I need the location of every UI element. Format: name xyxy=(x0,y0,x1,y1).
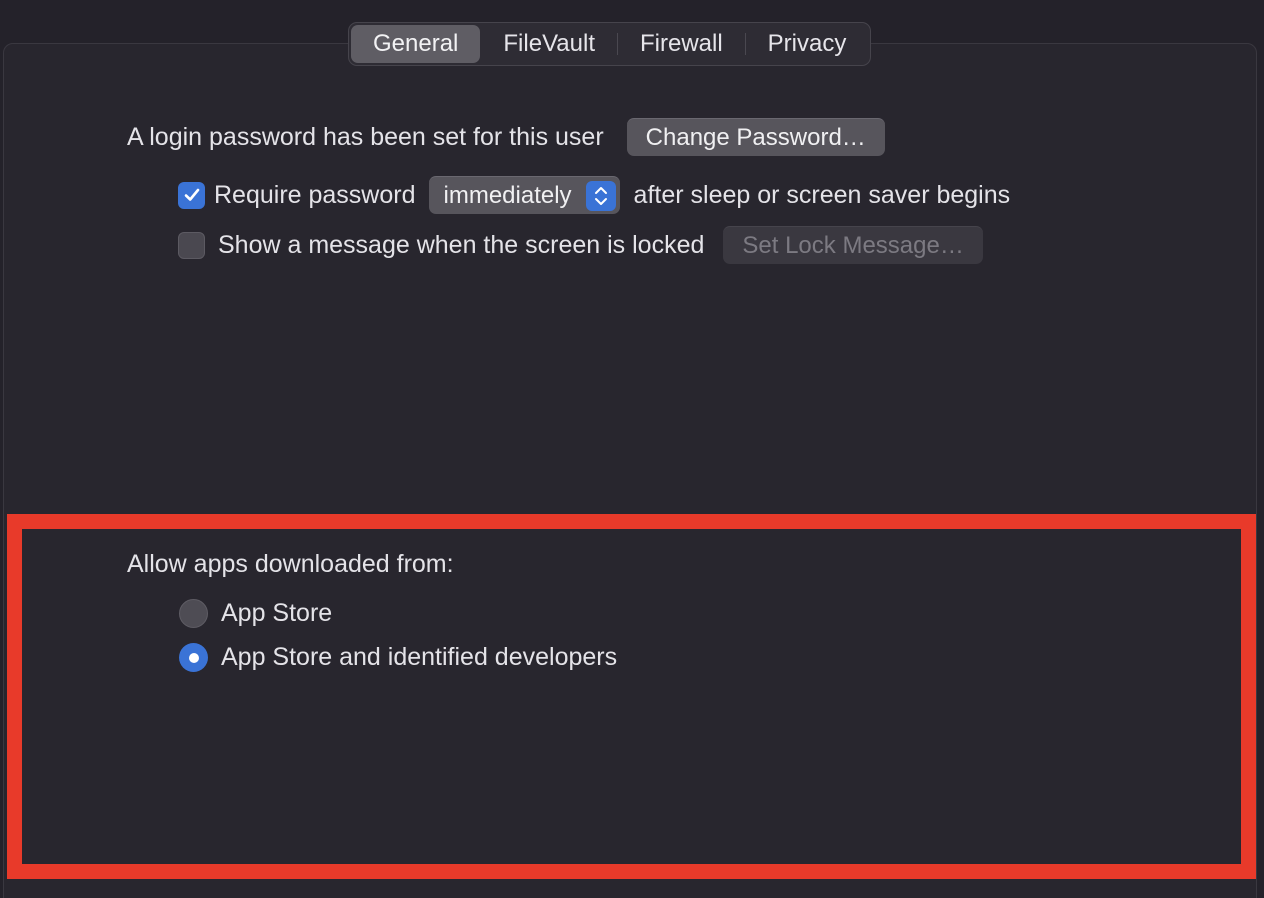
radio-selected-dot xyxy=(188,652,199,663)
lock-message-row: Show a message when the screen is locked… xyxy=(178,226,983,264)
show-message-label: Show a message when the screen is locked xyxy=(218,230,705,259)
app-store-radio[interactable] xyxy=(179,599,208,628)
tab-filevault[interactable]: FileVault xyxy=(481,25,617,63)
require-password-checkbox[interactable] xyxy=(178,181,205,209)
require-password-label: Require password xyxy=(214,180,416,209)
radio-option-app-store[interactable]: App Store xyxy=(179,599,332,628)
login-password-row: A login password has been set for this u… xyxy=(127,118,885,156)
security-privacy-window: General FileVault Firewall Privacy A log… xyxy=(0,0,1264,898)
tab-general[interactable]: General xyxy=(351,25,481,63)
chevron-up-down-icon xyxy=(585,180,616,211)
allow-apps-heading: Allow apps downloaded from: xyxy=(127,550,454,579)
change-password-button[interactable]: Change Password… xyxy=(626,118,885,156)
require-password-delay-select[interactable]: immediately xyxy=(428,176,620,214)
identified-developers-radio[interactable] xyxy=(179,643,208,672)
checkmark-icon xyxy=(184,188,199,201)
require-password-delay-value: immediately xyxy=(443,181,572,209)
set-lock-message-button[interactable]: Set Lock Message… xyxy=(723,226,983,264)
app-store-label: App Store xyxy=(221,599,333,627)
allow-apps-label: Allow apps downloaded from: xyxy=(127,550,454,578)
tab-firewall[interactable]: Firewall xyxy=(618,25,745,63)
show-message-checkbox[interactable] xyxy=(178,231,205,259)
tab-privacy[interactable]: Privacy xyxy=(746,25,869,63)
require-password-row: Require password immediately after sleep… xyxy=(178,176,1010,214)
general-pane xyxy=(3,43,1257,898)
login-password-label: A login password has been set for this u… xyxy=(127,122,604,151)
tab-bar: General FileVault Firewall Privacy xyxy=(348,22,872,66)
identified-developers-label: App Store and identified developers xyxy=(221,643,618,671)
radio-option-identified-developers[interactable]: App Store and identified developers xyxy=(179,643,617,672)
require-password-suffix: after sleep or screen saver begins xyxy=(633,180,1011,209)
